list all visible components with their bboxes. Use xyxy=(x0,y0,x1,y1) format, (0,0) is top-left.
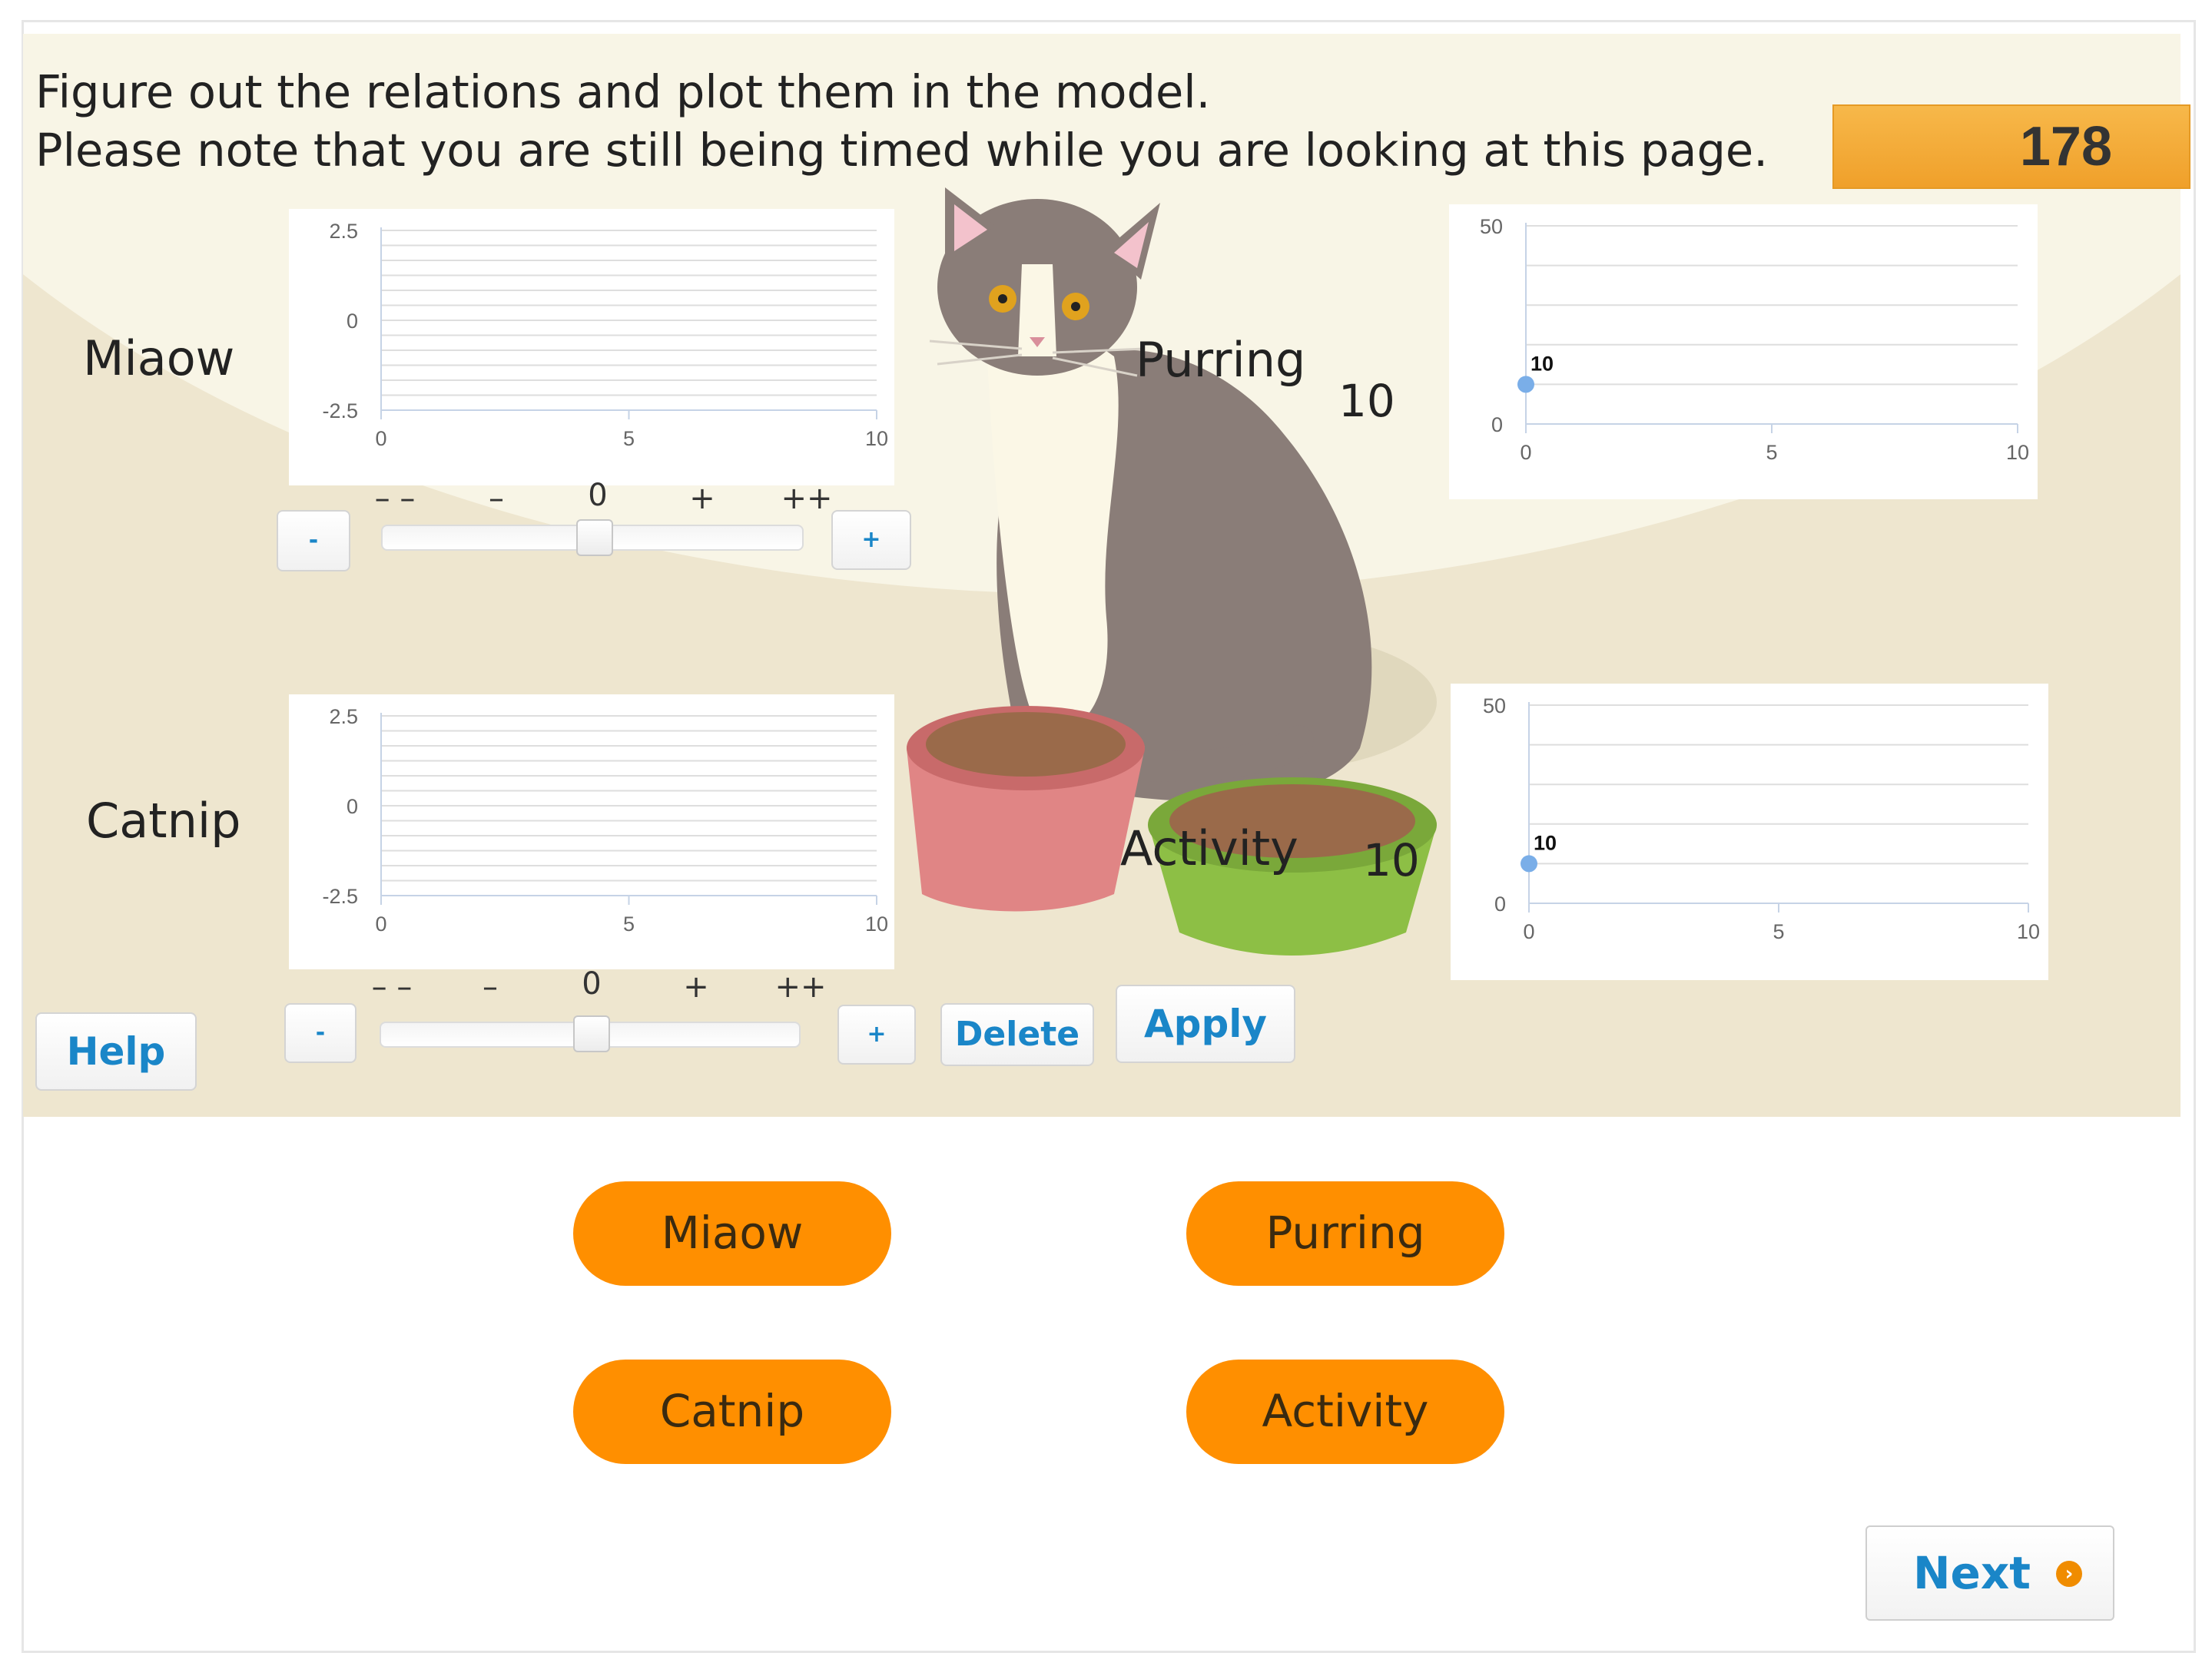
slider-miaow-label-minus: – xyxy=(489,481,504,516)
slider-miaow-label-strong-minus: – – xyxy=(374,481,416,516)
purring-y-tick-label: 0 xyxy=(1491,413,1503,436)
variable-label-miaow: Miaow xyxy=(83,330,235,386)
activity-data-point[interactable] xyxy=(1521,855,1537,873)
catnip-x-tick-label: 10 xyxy=(865,913,888,936)
option-activity[interactable]: Activity xyxy=(1186,1360,1504,1464)
catnip-increase-button[interactable]: + xyxy=(837,1005,916,1065)
instruction-line-2: Please note that you are still being tim… xyxy=(35,124,1768,177)
catnip-x-tick-label: 5 xyxy=(623,913,635,936)
chart-catnip-plot: 0 5 10 2.5 0 -2.5 xyxy=(322,705,888,936)
purring-x-tick-label: 5 xyxy=(1766,441,1777,464)
catnip-y-tick-label: -2.5 xyxy=(322,885,358,908)
catnip-slider-handle[interactable] xyxy=(573,1015,610,1052)
option-miaow[interactable]: Miaow xyxy=(573,1181,891,1286)
next-button[interactable]: Next › xyxy=(1865,1525,2114,1621)
purring-data-point[interactable] xyxy=(1517,376,1534,393)
purring-x-tick-label: 10 xyxy=(2006,441,2029,464)
slider-catnip-label-strong-plus: ++ xyxy=(774,969,827,1005)
chart-activity[interactable]: 0 5 10 50 0 10 xyxy=(1451,684,2048,980)
miaow-slider-handle[interactable] xyxy=(576,519,613,556)
instruction-line-1: Figure out the relations and plot them i… xyxy=(35,65,1211,118)
variable-label-purring: Purring xyxy=(1136,332,1306,388)
catnip-y-tick-label: 0 xyxy=(347,795,358,818)
slider-catnip-label-minus: – xyxy=(483,969,498,1005)
activity-x-tick-label: 5 xyxy=(1773,920,1784,943)
purring-x-tick-label: 0 xyxy=(1520,441,1531,464)
instructions: Figure out the relations and plot them i… xyxy=(35,63,1768,180)
miaow-y-tick-label: 0 xyxy=(347,310,358,333)
miaow-x-tick-label: 0 xyxy=(375,427,386,450)
slider-miaow-label-plus: + xyxy=(689,481,715,516)
variable-value-purring: 10 xyxy=(1338,375,1395,427)
option-purring[interactable]: Purring xyxy=(1186,1181,1504,1286)
miaow-decrease-button[interactable]: - xyxy=(277,510,350,571)
variable-label-catnip: Catnip xyxy=(86,793,241,849)
option-catnip[interactable]: Catnip xyxy=(573,1360,891,1464)
chart-purring-plot: 0 5 10 50 0 10 xyxy=(1480,215,2029,464)
purring-data-label: 10 xyxy=(1530,352,1554,375)
catnip-decrease-button[interactable]: - xyxy=(284,1003,357,1063)
chart-catnip[interactable]: 0 5 10 2.5 0 -2.5 xyxy=(289,694,894,969)
activity-data-label: 10 xyxy=(1534,831,1557,854)
slider-catnip-label-strong-minus: – – xyxy=(371,969,413,1005)
miaow-x-tick-label: 10 xyxy=(865,427,888,450)
arrow-right-circle-icon: › xyxy=(2056,1561,2082,1587)
activity-y-tick-label: 0 xyxy=(1494,893,1506,916)
purring-y-tick-label: 50 xyxy=(1480,215,1503,238)
activity-x-tick-label: 10 xyxy=(2017,920,2040,943)
miaow-increase-button[interactable]: + xyxy=(831,510,911,570)
slider-catnip-label-plus: + xyxy=(683,969,709,1005)
next-button-label: Next xyxy=(1913,1547,2031,1599)
slider-catnip-label-zero: 0 xyxy=(582,966,602,1002)
chart-activity-plot: 0 5 10 50 0 10 xyxy=(1483,694,2040,943)
activity-x-tick-label: 0 xyxy=(1523,920,1534,943)
chart-miaow[interactable]: 0 5 10 2.5 0 -2.5 xyxy=(289,209,894,485)
miaow-x-tick-label: 5 xyxy=(623,427,635,450)
variable-value-activity: 10 xyxy=(1363,834,1420,886)
activity-y-tick-label: 50 xyxy=(1483,694,1506,717)
catnip-x-tick-label: 0 xyxy=(375,913,386,936)
chart-purring[interactable]: 0 5 10 50 0 10 xyxy=(1449,204,2038,499)
slider-miaow-label-zero: 0 xyxy=(588,478,608,513)
chart-miaow-plot: 0 5 10 2.5 0 -2.5 xyxy=(322,220,888,450)
help-button[interactable]: Help xyxy=(35,1012,197,1091)
miaow-y-tick-label: 2.5 xyxy=(329,220,358,243)
apply-button[interactable]: Apply xyxy=(1116,985,1295,1063)
slider-miaow-label-strong-plus: ++ xyxy=(781,481,833,516)
delete-button[interactable]: Delete xyxy=(940,1003,1094,1066)
variable-label-activity: Activity xyxy=(1120,820,1298,876)
catnip-y-tick-label: 2.5 xyxy=(329,705,358,728)
miaow-y-tick-label: -2.5 xyxy=(322,399,358,422)
timer-display: 178 xyxy=(1832,104,2190,189)
